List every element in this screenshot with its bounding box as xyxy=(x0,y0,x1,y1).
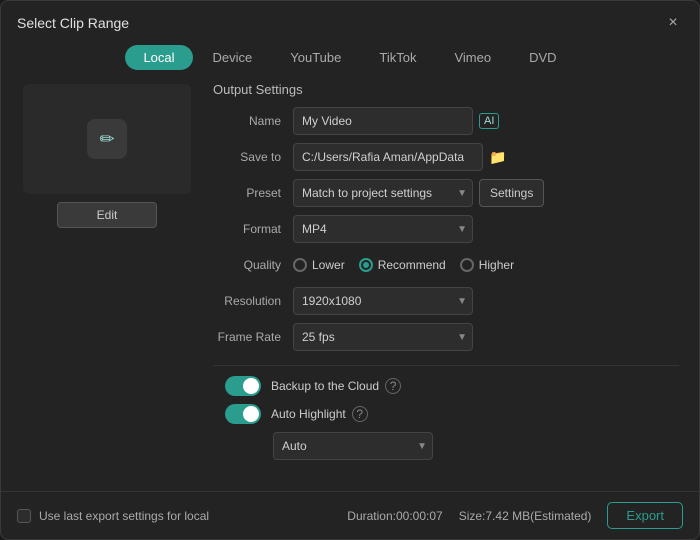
dialog-title: Select Clip Range xyxy=(17,15,129,31)
left-panel: ✏ Edit xyxy=(17,80,197,491)
name-row: Name AI xyxy=(213,107,679,135)
tab-local[interactable]: Local xyxy=(125,45,192,70)
saveto-control: 📁 xyxy=(293,143,679,171)
close-button[interactable]: × xyxy=(663,13,683,33)
auto-dropdown-control: Auto ▼ xyxy=(273,432,679,460)
backup-toggle-knob xyxy=(243,378,259,394)
saveto-input[interactable] xyxy=(293,143,483,171)
folder-icon[interactable]: 📁 xyxy=(489,149,506,166)
preset-row: Preset Match to project settings ▼ Setti… xyxy=(213,179,679,207)
quality-higher[interactable]: Higher xyxy=(460,258,514,272)
backup-toggle[interactable] xyxy=(225,376,261,396)
backup-help-icon[interactable]: ? xyxy=(385,378,401,394)
quality-higher-radio[interactable] xyxy=(460,258,474,272)
quality-lower-radio[interactable] xyxy=(293,258,307,272)
autohighlight-row: Auto Highlight ? xyxy=(213,404,679,424)
tab-youtube[interactable]: YouTube xyxy=(272,45,359,70)
framerate-row: Frame Rate 25 fps ▼ xyxy=(213,323,679,351)
last-export-checkbox[interactable] xyxy=(17,509,31,523)
backup-row: Backup to the Cloud ? xyxy=(213,376,679,396)
select-clip-range-dialog: Select Clip Range × Local Device YouTube… xyxy=(0,0,700,540)
quality-label: Quality xyxy=(213,258,293,272)
size-text: Size:7.42 MB(Estimated) xyxy=(459,509,592,523)
preset-select-wrap: Match to project settings ▼ xyxy=(293,179,473,207)
resolution-select[interactable]: 1920x1080 xyxy=(293,287,473,315)
resolution-row: Resolution 1920x1080 ▼ xyxy=(213,287,679,315)
divider xyxy=(213,365,679,366)
format-label: Format xyxy=(213,222,293,236)
output-settings-title: Output Settings xyxy=(213,82,679,97)
saveto-label: Save to xyxy=(213,150,293,164)
tabs-bar: Local Device YouTube TikTok Vimeo DVD xyxy=(1,41,699,80)
framerate-label: Frame Rate xyxy=(213,330,293,344)
ai-icon[interactable]: AI xyxy=(479,113,499,129)
meta-info: Duration:00:00:07 Size:7.42 MB(Estimated… xyxy=(347,502,683,529)
export-button[interactable]: Export xyxy=(607,502,683,529)
title-bar: Select Clip Range × xyxy=(1,1,699,41)
settings-button[interactable]: Settings xyxy=(479,179,544,207)
format-select-wrap: MP4 ▼ xyxy=(293,215,473,243)
format-control: MP4 ▼ xyxy=(293,215,679,243)
quality-radio-group: Lower Recommend Higher xyxy=(293,258,514,272)
autohighlight-toggle-knob xyxy=(243,406,259,422)
video-preview: ✏ xyxy=(23,84,191,194)
quality-row: Quality Lower Recommend High xyxy=(213,251,679,279)
autohighlight-label: Auto Highlight xyxy=(271,407,346,421)
tab-tiktok[interactable]: TikTok xyxy=(361,45,434,70)
tab-device[interactable]: Device xyxy=(195,45,271,70)
auto-select-wrap: Auto ▼ xyxy=(273,432,433,460)
framerate-select[interactable]: 25 fps xyxy=(293,323,473,351)
edit-button[interactable]: Edit xyxy=(57,202,157,228)
autohighlight-help-icon[interactable]: ? xyxy=(352,406,368,422)
duration-text: Duration:00:00:07 xyxy=(347,509,442,523)
quality-recommend[interactable]: Recommend xyxy=(359,258,446,272)
right-panel: Output Settings Name AI Save to 📁 Pres xyxy=(213,80,683,491)
name-label: Name xyxy=(213,114,293,128)
last-export-label: Use last export settings for local xyxy=(39,509,209,523)
framerate-select-wrap: 25 fps ▼ xyxy=(293,323,473,351)
checkbox-row: Use last export settings for local xyxy=(17,509,209,523)
framerate-control: 25 fps ▼ xyxy=(293,323,679,351)
resolution-label: Resolution xyxy=(213,294,293,308)
pencil-icon: ✏ xyxy=(87,119,127,159)
preset-label: Preset xyxy=(213,186,293,200)
saveto-row: Save to 📁 xyxy=(213,143,679,171)
quality-control: Lower Recommend Higher xyxy=(293,258,679,272)
tab-dvd[interactable]: DVD xyxy=(511,45,574,70)
quality-lower[interactable]: Lower xyxy=(293,258,345,272)
quality-recommend-radio[interactable] xyxy=(359,258,373,272)
backup-label: Backup to the Cloud xyxy=(271,379,379,393)
resolution-select-wrap: 1920x1080 ▼ xyxy=(293,287,473,315)
preset-select[interactable]: Match to project settings xyxy=(293,179,473,207)
main-content: ✏ Edit Output Settings Name AI Save to xyxy=(1,80,699,491)
autohighlight-toggle[interactable] xyxy=(225,404,261,424)
format-row: Format MP4 ▼ xyxy=(213,215,679,243)
auto-dropdown-row: Auto ▼ xyxy=(213,432,679,460)
tab-vimeo[interactable]: Vimeo xyxy=(436,45,509,70)
resolution-control: 1920x1080 ▼ xyxy=(293,287,679,315)
preset-control: Match to project settings ▼ Settings xyxy=(293,179,679,207)
auto-select[interactable]: Auto xyxy=(273,432,433,460)
bottom-bar: Use last export settings for local Durat… xyxy=(1,491,699,539)
name-input[interactable] xyxy=(293,107,473,135)
name-control: AI xyxy=(293,107,679,135)
format-select[interactable]: MP4 xyxy=(293,215,473,243)
